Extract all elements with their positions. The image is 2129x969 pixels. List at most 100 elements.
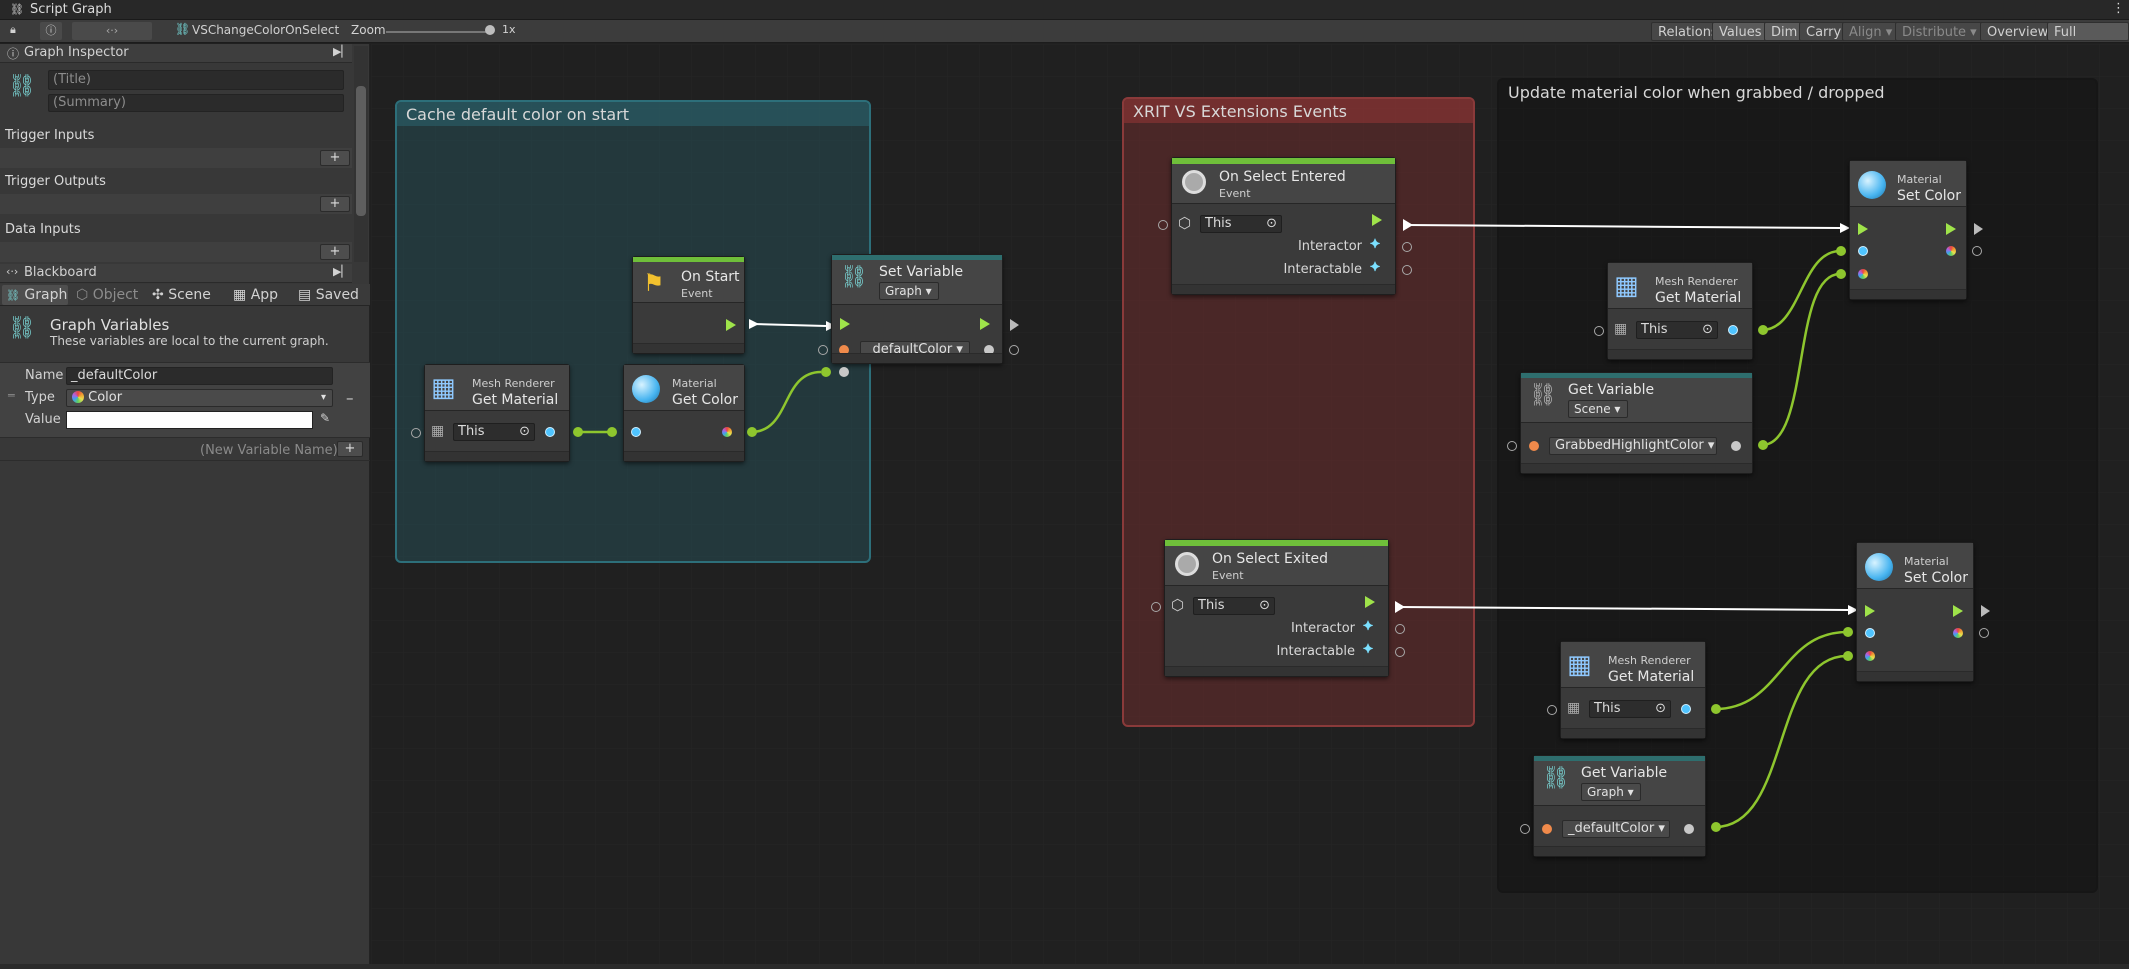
material-input-port[interactable] [631, 427, 641, 437]
target-input-port[interactable] [1594, 326, 1604, 336]
tab-saved[interactable]: ▤ Saved [298, 285, 359, 305]
material-input-port[interactable] [1858, 246, 1868, 256]
color-output-port[interactable] [722, 427, 732, 437]
get-material-output-connected-port[interactable] [573, 427, 583, 437]
flow-input-port[interactable] [1865, 605, 1875, 617]
node-get-variable[interactable]: ⛓ Get Variable Scene ▾ GrabbedHighlightC… [1507, 372, 1753, 474]
color-output-port-external[interactable] [1972, 246, 1982, 256]
overview-button[interactable]: Overview [1980, 22, 2056, 41]
node-get-material[interactable]: ▦ Mesh Renderer Get Material ▦ This ⊙ [411, 364, 570, 462]
zoom-slider-track[interactable] [386, 31, 494, 33]
material-output-port[interactable] [1728, 325, 1738, 335]
object-picker-icon[interactable]: ⊙ [519, 424, 530, 440]
drag-handle-icon[interactable]: ═ [8, 389, 15, 402]
node-on-start[interactable]: ⚑ On Start Event [632, 256, 745, 354]
interactable-port-icon[interactable]: ⯌ [1370, 259, 1381, 275]
more-options-icon[interactable]: ⋮ [2112, 1, 2125, 16]
variable-name-dropdown[interactable]: _defaultColor ▾ [1562, 820, 1670, 838]
object-picker-icon[interactable]: ⊙ [1702, 322, 1713, 338]
set-color-material-connected-port[interactable] [1836, 246, 1846, 256]
tab-object[interactable]: ⬡ Object [76, 285, 138, 305]
graph-canvas[interactable]: Cache default color on start XRIT VS Ext… [371, 44, 2129, 969]
add-trigger-input-button[interactable]: + [320, 150, 350, 166]
variable-name-input-port[interactable] [1507, 441, 1517, 451]
flow-input-port[interactable] [1858, 223, 1868, 235]
material-input-port[interactable] [1865, 628, 1875, 638]
value-output-port-external[interactable] [1009, 345, 1019, 355]
target-input-port[interactable] [1547, 705, 1557, 715]
variable-name-port[interactable] [1542, 824, 1552, 834]
tab-graph[interactable]: ⛓ Graph [2, 285, 68, 305]
remove-variable-button[interactable]: – [346, 389, 354, 407]
collapse-panel-icon[interactable]: ▶▏ [333, 45, 350, 58]
interactable-output-port-external[interactable] [1395, 647, 1405, 657]
flow-output-port-external[interactable] [1974, 223, 1983, 235]
target-field[interactable]: This ⊙ [1589, 700, 1671, 718]
align-dropdown[interactable]: Align ▾ [1842, 22, 1900, 41]
node-on-select-exited[interactable]: On Select Exited Event ⬡ This ⊙ Interacto… [1151, 539, 1405, 677]
target-input-port[interactable] [1151, 602, 1161, 612]
values-button[interactable]: Values [1712, 22, 1769, 41]
variable-name-port[interactable] [1529, 441, 1539, 451]
material-output-port[interactable] [545, 427, 555, 437]
interactor-port-icon[interactable]: ⯌ [1370, 236, 1381, 252]
tab-scene[interactable]: ✣ Scene [152, 285, 211, 305]
carry-button[interactable]: Carry [1799, 22, 1849, 41]
variable-name-input-port[interactable] [818, 345, 828, 355]
object-picker-icon[interactable]: ⊙ [1655, 701, 1666, 717]
summary-field[interactable]: (Summary) [48, 94, 344, 112]
eyedropper-icon[interactable]: ✎ [316, 411, 334, 429]
variable-kind-dropdown[interactable]: Graph ▾ [1581, 783, 1641, 801]
inspector-scrollbar[interactable] [354, 46, 368, 262]
full-screen-button[interactable]: Full Screen [2047, 22, 2129, 59]
flow-output-port[interactable] [1372, 214, 1382, 226]
node-get-material[interactable]: ▦ Mesh Renderer Get Material ▦ This ⊙ [1594, 262, 1753, 360]
node-set-color[interactable]: Material Set Color [1849, 160, 1983, 300]
material-output-port[interactable] [1681, 704, 1691, 714]
flow-output-port[interactable] [980, 318, 990, 330]
add-variable-button[interactable]: + [337, 441, 363, 457]
target-field[interactable]: This ⊙ [1636, 321, 1718, 339]
flow-output-port-external[interactable] [1010, 319, 1019, 331]
value-output-port[interactable] [1731, 441, 1741, 451]
get-material-output-connected-port[interactable] [1711, 704, 1721, 714]
target-input-port[interactable] [1158, 220, 1168, 230]
inspector-scrollbar-thumb[interactable] [356, 86, 366, 216]
flow-input-port[interactable] [840, 318, 850, 330]
color-input-port[interactable] [1858, 269, 1868, 279]
flow-output-port[interactable] [1953, 605, 1963, 617]
variable-name-input-port[interactable] [1520, 824, 1530, 834]
interactor-port-icon[interactable]: ⯌ [1363, 618, 1374, 634]
title-field[interactable]: (Title) [48, 70, 344, 90]
get-variable-output-connected-port[interactable] [1758, 440, 1768, 450]
variable-type-dropdown[interactable]: Color ▾ [66, 389, 333, 407]
set-color-color-connected-port[interactable] [1836, 269, 1846, 279]
embed-toggle-icon[interactable]: ‹·› [72, 22, 152, 40]
color-output-port[interactable] [1953, 628, 1963, 638]
node-get-color[interactable]: Material Get Color [623, 364, 745, 462]
info-icon[interactable]: ⓘ [40, 22, 62, 40]
set-color-material-connected-port[interactable] [1843, 627, 1853, 637]
target-input-port[interactable] [411, 428, 421, 438]
interactor-output-port-external[interactable] [1402, 242, 1412, 252]
get-color-output-connected-port[interactable] [747, 427, 757, 437]
variable-name-dropdown[interactable]: GrabbedHighlightColor ▾ [1549, 437, 1717, 455]
object-picker-icon[interactable]: ⊙ [1259, 598, 1270, 614]
flow-output-port[interactable] [726, 319, 736, 331]
new-variable-name-input[interactable]: (New Variable Name) [200, 443, 338, 458]
object-picker-icon[interactable]: ⊙ [1266, 216, 1277, 232]
value-output-port[interactable] [1684, 824, 1694, 834]
variable-name-field[interactable]: _defaultColor [66, 367, 333, 385]
value-input-port[interactable] [839, 367, 849, 377]
flow-output-port-external[interactable] [1981, 605, 1990, 617]
target-field[interactable]: This ⊙ [1200, 215, 1282, 233]
variable-kind-dropdown[interactable]: Scene ▾ [1568, 400, 1628, 418]
graph-name-label[interactable]: VSChangeColorOnSelect [192, 23, 339, 37]
color-value-swatch[interactable] [66, 411, 313, 429]
interactable-port-icon[interactable]: ⯌ [1363, 641, 1374, 657]
lock-icon[interactable]: 🔒︎ [10, 23, 16, 37]
collapse-panel-icon[interactable]: ▶▏ [333, 265, 350, 278]
add-trigger-output-button[interactable]: + [320, 196, 350, 212]
flow-output-port[interactable] [1946, 223, 1956, 235]
variable-kind-dropdown[interactable]: Graph ▾ [879, 282, 939, 300]
